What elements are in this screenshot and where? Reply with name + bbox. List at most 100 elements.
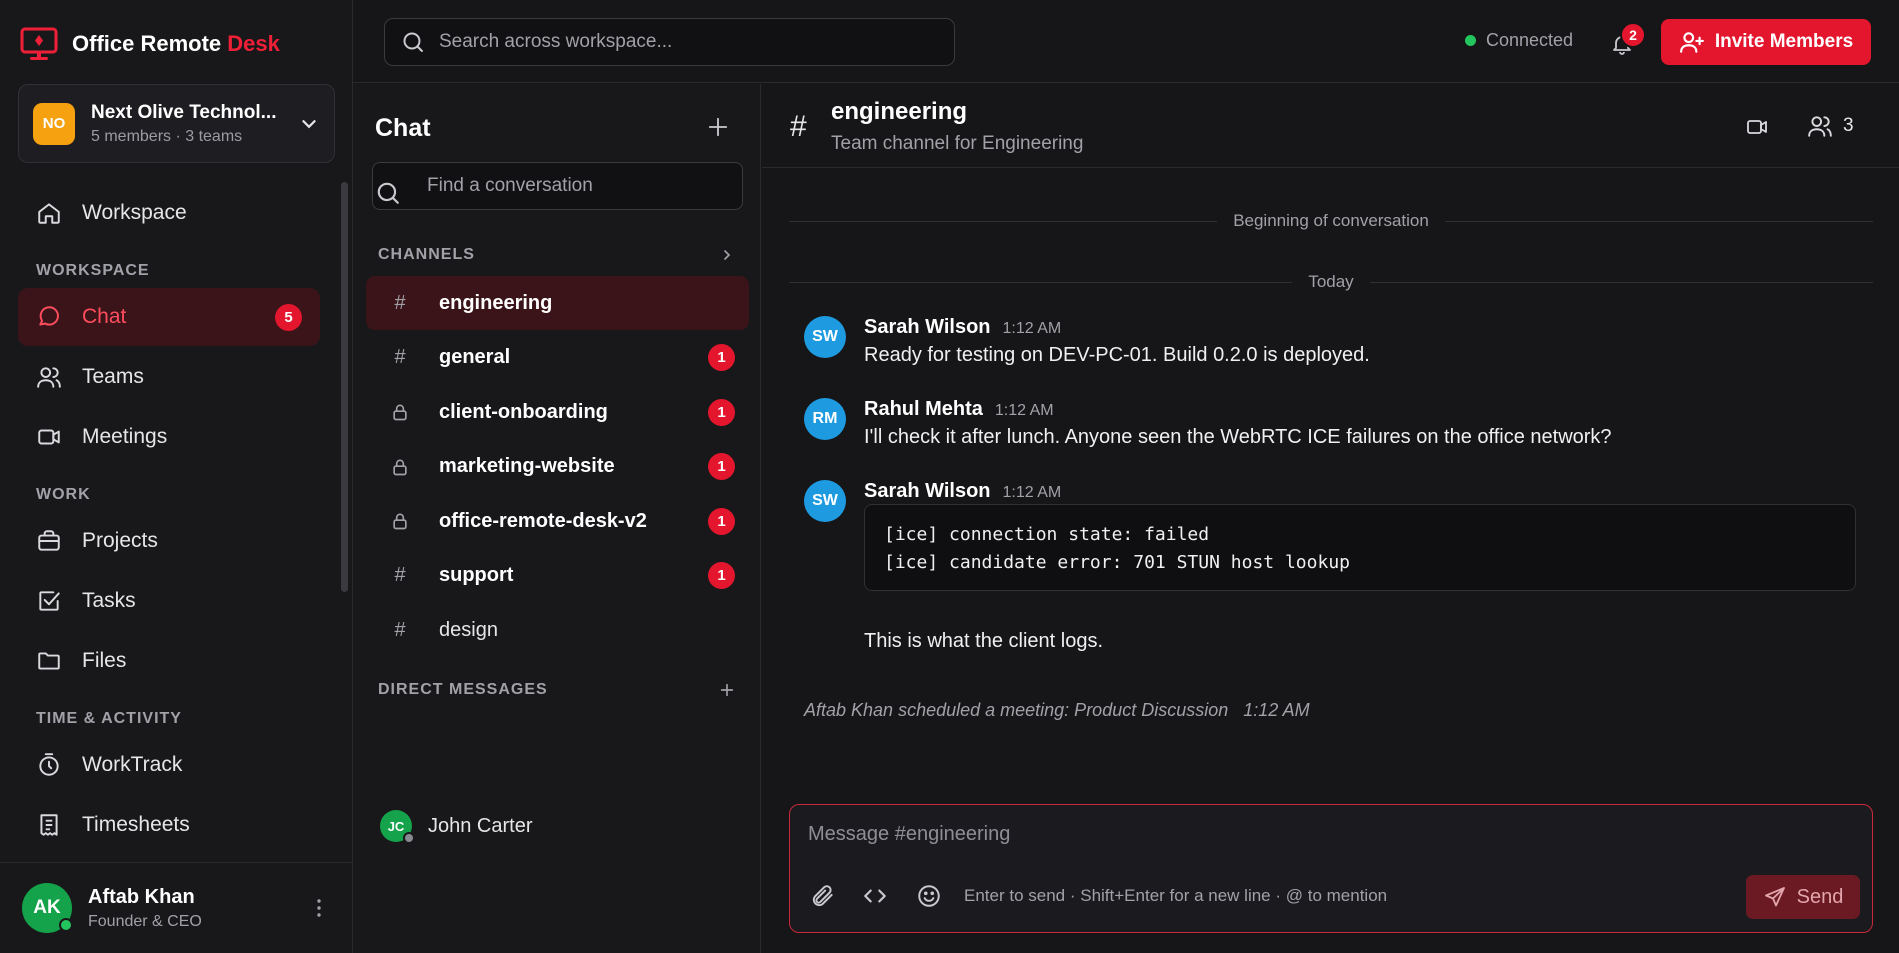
sidebar-scrollbar[interactable] [341,182,348,592]
avatar: SW [804,316,846,358]
folder-icon [38,652,60,670]
section-label: DIRECT MESSAGES [378,681,548,698]
channel-item-office-remote-desk-v2[interactable]: office-remote-desk-v2 1 [366,494,749,548]
hash-icon: # [394,564,406,586]
avatar: JC [380,810,415,844]
user-role: Founder & CEO [88,912,202,930]
more-vertical-icon[interactable] [307,896,331,920]
unread-badge: 1 [708,453,735,480]
nav-item-projects[interactable]: Projects [18,512,320,570]
channel-name: support [439,564,514,586]
chevron-right-icon[interactable] [716,244,738,266]
paperclip-icon[interactable] [808,881,838,911]
notifications-button[interactable]: 2 [1602,22,1646,64]
new-dm-plus-icon[interactable] [716,679,738,701]
user-name: Aftab Khan [88,885,195,908]
receipt-icon [40,814,58,836]
video-call-icon[interactable] [1742,112,1772,142]
global-search[interactable] [384,18,955,66]
channel-item-marketing-website[interactable]: marketing-website 1 [366,440,749,494]
org-avatar: NO [33,102,75,145]
nav-label: Chat [82,305,127,328]
channel-name: engineering [439,291,553,314]
home-icon [38,203,60,224]
offline-status-dot [403,832,415,844]
message-text: Ready for testing on DEV-PC-01. Build 0.… [864,344,1370,366]
brand[interactable]: Office Remote Desk [20,24,280,64]
nav-item-worktrack[interactable]: WorkTrack [18,736,320,794]
code-line: [ice] connection state: failed [884,524,1210,545]
nav-item-tasks[interactable]: Tasks [18,572,320,630]
avatar: RM [804,398,846,440]
primary-nav: Workspace WORKSPACE Chat 5 Teams Meeting… [18,184,320,856]
nav-label: Meetings [82,425,168,448]
member-count: 3 [1843,115,1854,136]
chevron-down-icon [298,113,320,135]
search-input[interactable] [438,31,938,53]
nav-section-time: TIME & ACTIVITY [36,710,182,727]
system-message-time: 1:12 AM [1243,700,1310,720]
connection-status: Connected [1465,30,1573,51]
channel-item-general[interactable]: # general 1 [366,331,749,385]
nav-section-work: WORK [36,486,91,503]
channel-name: client-onboarding [439,400,608,423]
top-bar: Connected 2 Invite Members [353,0,1899,83]
message-input[interactable] [808,823,1848,853]
chat-bubble-icon [39,306,59,326]
current-user[interactable]: AK Aftab Khan Founder & CEO [0,862,353,953]
hash-icon: # [790,110,807,143]
status-label: Connected [1486,30,1574,50]
emoji-icon[interactable] [914,881,944,911]
channel-name: design [439,618,498,641]
nav-label: Files [82,649,127,672]
new-chat-plus-icon[interactable] [703,112,733,142]
hash-icon: # [394,291,406,314]
nav-label: WorkTrack [82,753,183,776]
main-sidebar: Office Remote Desk NO Next Olive Technol… [0,0,353,953]
conversation-list: Chat CHANNELS # engineering # general 1 … [353,84,761,953]
channel-item-engineering[interactable]: # engineering [366,276,749,330]
nav-item-files[interactable]: Files [18,632,320,690]
members-button[interactable]: 3 [1807,110,1854,142]
channel-item-client-onboarding[interactable]: client-onboarding 1 [366,385,749,439]
nav-item-teams[interactable]: Teams [18,348,320,406]
search-icon [377,182,399,204]
message-author[interactable]: Sarah Wilson [864,316,991,339]
user-plus-icon [1679,32,1704,53]
message-text: I'll check it after lunch. Anyone seen t… [864,426,1612,448]
system-message-text: Aftab Khan scheduled a meeting: Product … [804,700,1229,720]
code-block: [ice] connection state: failed [ice] can… [864,504,1856,591]
invite-members-button[interactable]: Invite Members [1661,19,1871,65]
direct-messages-header: DIRECT MESSAGES [378,679,738,701]
send-button[interactable]: Send [1746,875,1860,919]
channel-name: office-remote-desk-v2 [439,509,647,532]
conversation-search[interactable] [372,162,743,210]
conversation-pane: # engineering Team channel for Engineeri… [762,84,1899,953]
channel-item-design[interactable]: # design [366,603,749,657]
nav-item-timesheets[interactable]: Timesheets [18,796,320,854]
message-author[interactable]: Sarah Wilson [864,480,991,503]
unread-badge: 5 [275,303,302,331]
message: RM Rahul Mehta 1:12 AM I'll check it aft… [804,398,1874,458]
dm-item-john-carter[interactable]: JC John Carter [380,806,533,846]
nav-item-meetings[interactable]: Meetings [18,408,320,466]
panel-title: Chat [375,114,431,142]
conversation-search-input[interactable] [427,175,727,197]
code-icon[interactable] [860,881,890,911]
nav-label: Timesheets [82,813,190,836]
day-divider: Today [789,272,1873,292]
channel-name: general [439,346,511,368]
nav-item-chat[interactable]: Chat 5 [18,288,320,346]
channel-item-support[interactable]: # support 1 [366,549,749,603]
nav-item-workspace[interactable]: Workspace [18,184,320,242]
divider-label: Beginning of conversation [1233,211,1429,230]
unread-badge: 1 [708,507,735,535]
org-meta: 5 members · 3 teams [91,127,243,145]
message-author[interactable]: Rahul Mehta [864,398,983,421]
notification-badge: 2 [1620,22,1646,48]
org-switcher[interactable]: NO Next Olive Technol... 5 members · 3 t… [18,84,335,163]
nav-label: Teams [82,365,144,388]
video-icon [38,429,60,445]
nav-label: Projects [82,529,158,552]
channel-name: marketing-website [439,455,615,477]
